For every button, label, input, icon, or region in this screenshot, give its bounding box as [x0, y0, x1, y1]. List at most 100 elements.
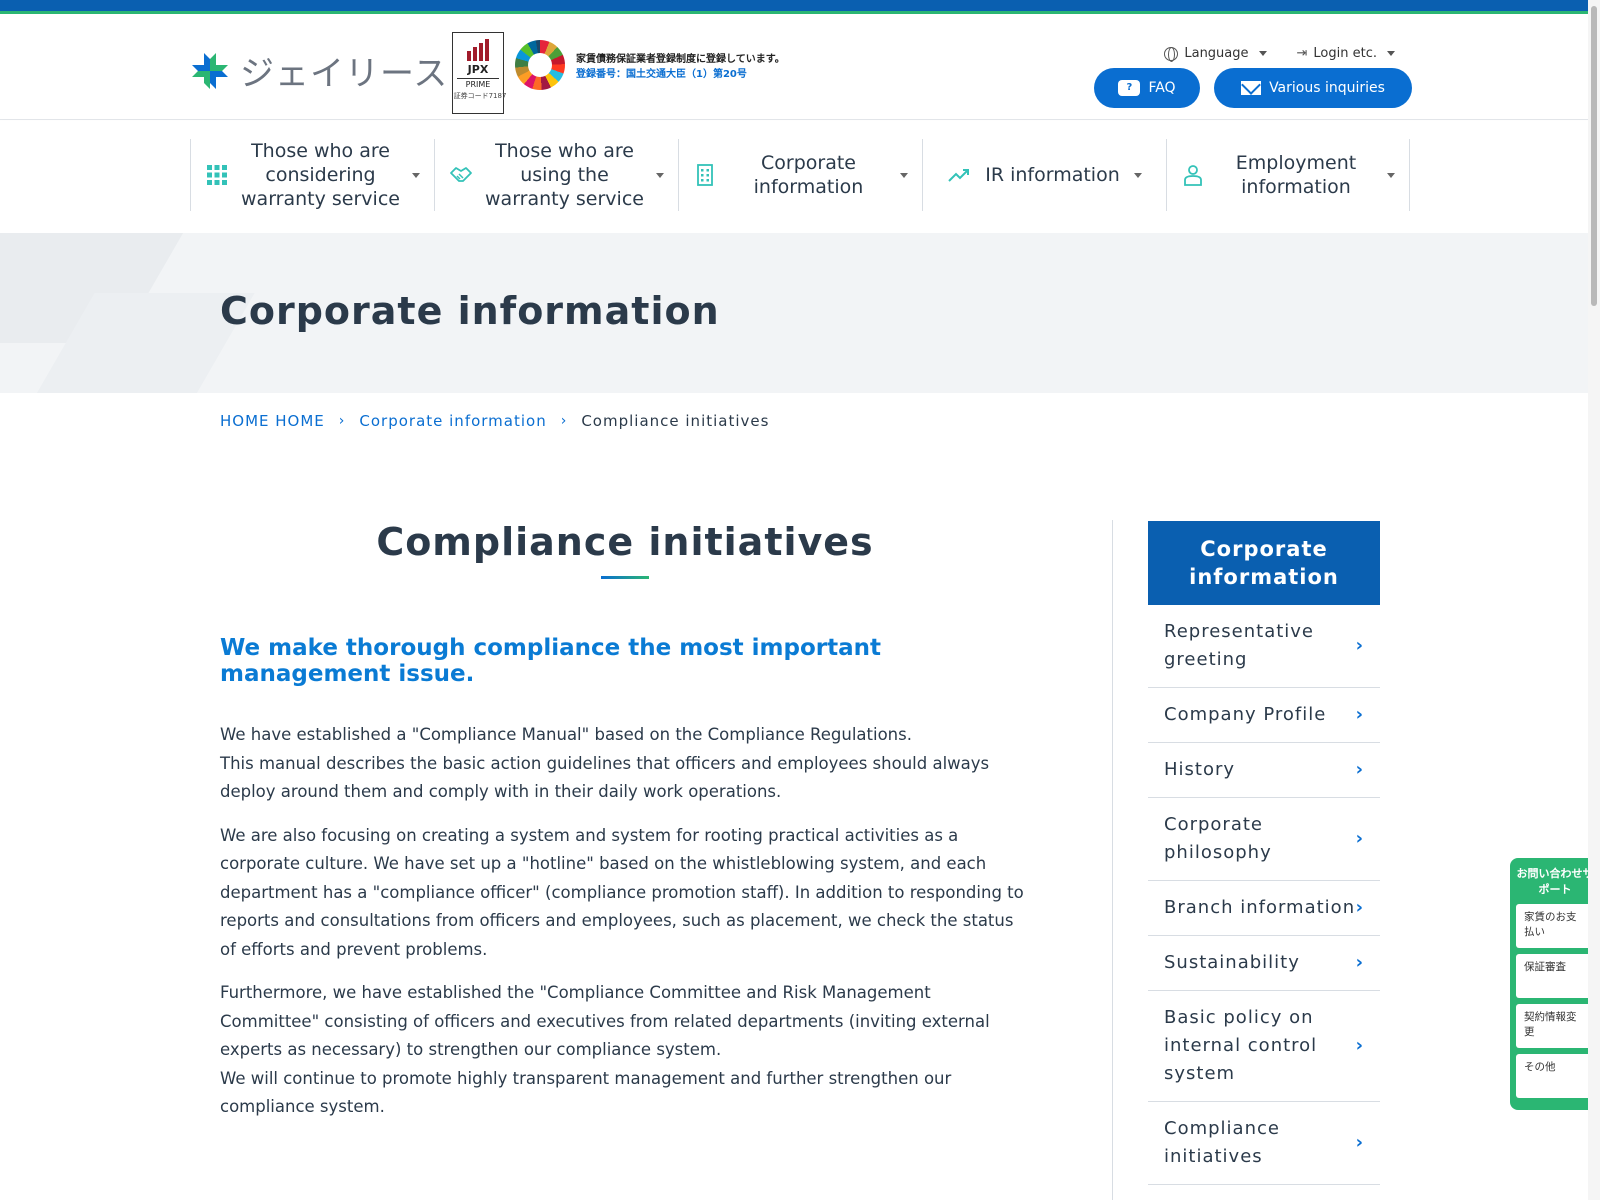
jpx-label: JPX	[467, 63, 489, 76]
handshake-icon	[450, 167, 472, 182]
language-selector[interactable]: Language	[1164, 46, 1267, 62]
nav-label: Employment information	[1235, 152, 1357, 198]
nav-label: IR information	[985, 164, 1120, 186]
registration-line-1: 家賃債務保証業者登録制度に登録しています。	[576, 54, 785, 65]
chevron-right-icon: ›	[1355, 828, 1364, 849]
header-buttons: ? FAQ Various inquiries	[1094, 68, 1412, 108]
chevron-right-icon: ›	[1355, 1035, 1364, 1056]
top-brand-stripe	[0, 0, 1600, 14]
heading-underline	[601, 576, 649, 579]
company-logo[interactable]: ジェイリース	[190, 46, 448, 95]
breadcrumb-current: Compliance initiatives	[581, 412, 770, 430]
logo-mark-icon	[192, 52, 228, 89]
nav-item-employment[interactable]: Employment information	[1166, 139, 1410, 211]
chevron-right-icon: ›	[1355, 635, 1364, 656]
section-heading: Compliance initiatives	[376, 520, 874, 564]
paragraph-2: We are also focusing on creating a syste…	[220, 825, 1024, 959]
breadcrumb-parent[interactable]: Corporate information	[359, 412, 546, 430]
sidebar-item-company-profile[interactable]: Company Profile ›	[1148, 688, 1380, 743]
support-guarantee-review[interactable]: 保証審査	[1516, 954, 1594, 998]
sidebar-title[interactable]: Corporate information	[1148, 521, 1380, 605]
sidebar-item-sustainability[interactable]: Sustainability ›	[1148, 936, 1380, 991]
chevron-right-icon: ›	[1355, 897, 1364, 918]
breadcrumb: HOME HOME › Corporate information › Comp…	[220, 412, 769, 430]
caret-down-icon	[1387, 51, 1395, 56]
caret-down-icon	[1387, 172, 1395, 178]
breadcrumb-home[interactable]: HOME HOME	[220, 412, 325, 430]
chevron-right-icon: ›	[338, 413, 346, 429]
content-divider	[1112, 520, 1113, 1200]
support-other[interactable]: その他	[1516, 1054, 1594, 1098]
sidebar-item-label: Compliance initiatives	[1164, 1118, 1280, 1167]
jpx-prime-badge: JPX PRIME	[452, 32, 504, 114]
login-dropdown[interactable]: ⇥ Login etc.	[1297, 46, 1395, 61]
sidebar-item-label: Representative greeting	[1164, 621, 1315, 670]
nav-item-considering[interactable]: Those who are considering warranty servi…	[190, 139, 434, 211]
chat-question-icon: ?	[1118, 80, 1141, 96]
support-title: お問い合わせサポート	[1516, 867, 1594, 896]
mail-icon	[1241, 81, 1262, 95]
globe-icon	[1164, 46, 1179, 62]
utility-links: Language ⇥ Login etc.	[1164, 46, 1395, 62]
sidebar-item-label: Company Profile	[1164, 704, 1327, 725]
support-contract-change[interactable]: 契約情報変更	[1516, 1004, 1594, 1048]
grid-dots-icon	[207, 165, 227, 185]
site-header: ジェイリース JPX PRIME 証券コード7187 家賃債務保証業者登録制度に…	[0, 14, 1600, 120]
nav-label: Corporate information	[753, 152, 864, 198]
sidebar-item-history[interactable]: History ›	[1148, 743, 1380, 798]
page-title: Corporate information	[220, 289, 720, 333]
securities-code: 証券コード7187	[453, 92, 507, 100]
nav-item-corporate[interactable]: Corporate information	[678, 139, 922, 211]
language-label: Language	[1184, 46, 1249, 61]
main-content: Compliance initiatives We make thorough …	[220, 520, 1030, 1137]
paragraph-3: Furthermore, we have established the "Co…	[220, 979, 1030, 1122]
paragraph-line: This manual describes the basic action g…	[220, 753, 990, 802]
sidebar-item-compliance-initiatives[interactable]: Compliance initiatives ›	[1148, 1102, 1380, 1185]
page-scrollbar[interactable]	[1588, 0, 1600, 1200]
registration-notice: 家賃債務保証業者登録制度に登録しています。 登録番号：国土交通大臣（1）第20号	[576, 52, 785, 82]
sidebar-item-representative-greeting[interactable]: Representative greeting ›	[1148, 605, 1380, 688]
sidebar-item-label: Sustainability	[1164, 952, 1300, 973]
page-hero: Corporate information	[0, 233, 1600, 393]
faq-label: FAQ	[1148, 80, 1176, 96]
jpx-market: PRIME	[457, 78, 499, 89]
sidebar-item-label: Corporate philosophy	[1164, 814, 1272, 863]
inquiries-button[interactable]: Various inquiries	[1214, 68, 1412, 108]
sdgs-wheel-icon	[515, 40, 565, 90]
chevron-right-icon: ›	[1355, 759, 1364, 780]
support-rent-payment[interactable]: 家賃のお支払い	[1516, 904, 1594, 948]
sidebar-nav: Corporate information Representative gre…	[1148, 521, 1380, 1185]
login-label: Login etc.	[1313, 46, 1377, 61]
global-nav: Those who are considering warranty servi…	[0, 121, 1600, 233]
paragraph-line: We have established a "Compliance Manual…	[220, 725, 912, 744]
chevron-right-icon: ›	[1355, 952, 1364, 973]
caret-down-icon	[900, 172, 908, 178]
chevron-right-icon: ›	[1355, 1132, 1364, 1153]
trend-up-icon	[948, 169, 970, 182]
caret-down-icon	[412, 172, 420, 178]
caret-down-icon	[1258, 51, 1267, 56]
chevron-right-icon: ›	[1355, 704, 1364, 725]
login-icon: ⇥	[1296, 46, 1308, 61]
support-widget: お問い合わせサポート 家賃のお支払い 保証審査 契約情報変更 その他	[1510, 858, 1600, 1110]
nav-label: Those who are considering warranty servi…	[241, 140, 400, 210]
sidebar-item-label: Branch information	[1164, 897, 1356, 918]
body-text: We have established a "Compliance Manual…	[220, 721, 1030, 1122]
faq-button[interactable]: ? FAQ	[1094, 68, 1200, 108]
sidebar-item-corporate-philosophy[interactable]: Corporate philosophy ›	[1148, 798, 1380, 881]
sidebar-item-label: Basic policy on internal control system	[1164, 1007, 1318, 1084]
registration-line-2: 登録番号：国土交通大臣（1）第20号	[576, 69, 747, 80]
chevron-right-icon: ›	[560, 413, 568, 429]
logo-text: ジェイリース	[240, 54, 449, 94]
nav-item-using[interactable]: Those who are using the warranty service	[434, 139, 678, 211]
jpx-bars-icon	[453, 39, 503, 61]
scrollbar-thumb[interactable]	[1591, 6, 1597, 306]
caret-down-icon	[656, 172, 664, 178]
caret-down-icon	[1133, 172, 1142, 178]
inquiries-label: Various inquiries	[1269, 80, 1385, 96]
paragraph-1: We have established a "Compliance Manual…	[220, 721, 1030, 807]
sidebar-item-internal-control[interactable]: Basic policy on internal control system …	[1148, 991, 1380, 1102]
paragraph-line: We will continue to promote highly trans…	[220, 1068, 952, 1117]
sidebar-item-branch-information[interactable]: Branch information ›	[1148, 881, 1380, 936]
nav-item-ir[interactable]: IR information	[922, 139, 1166, 211]
